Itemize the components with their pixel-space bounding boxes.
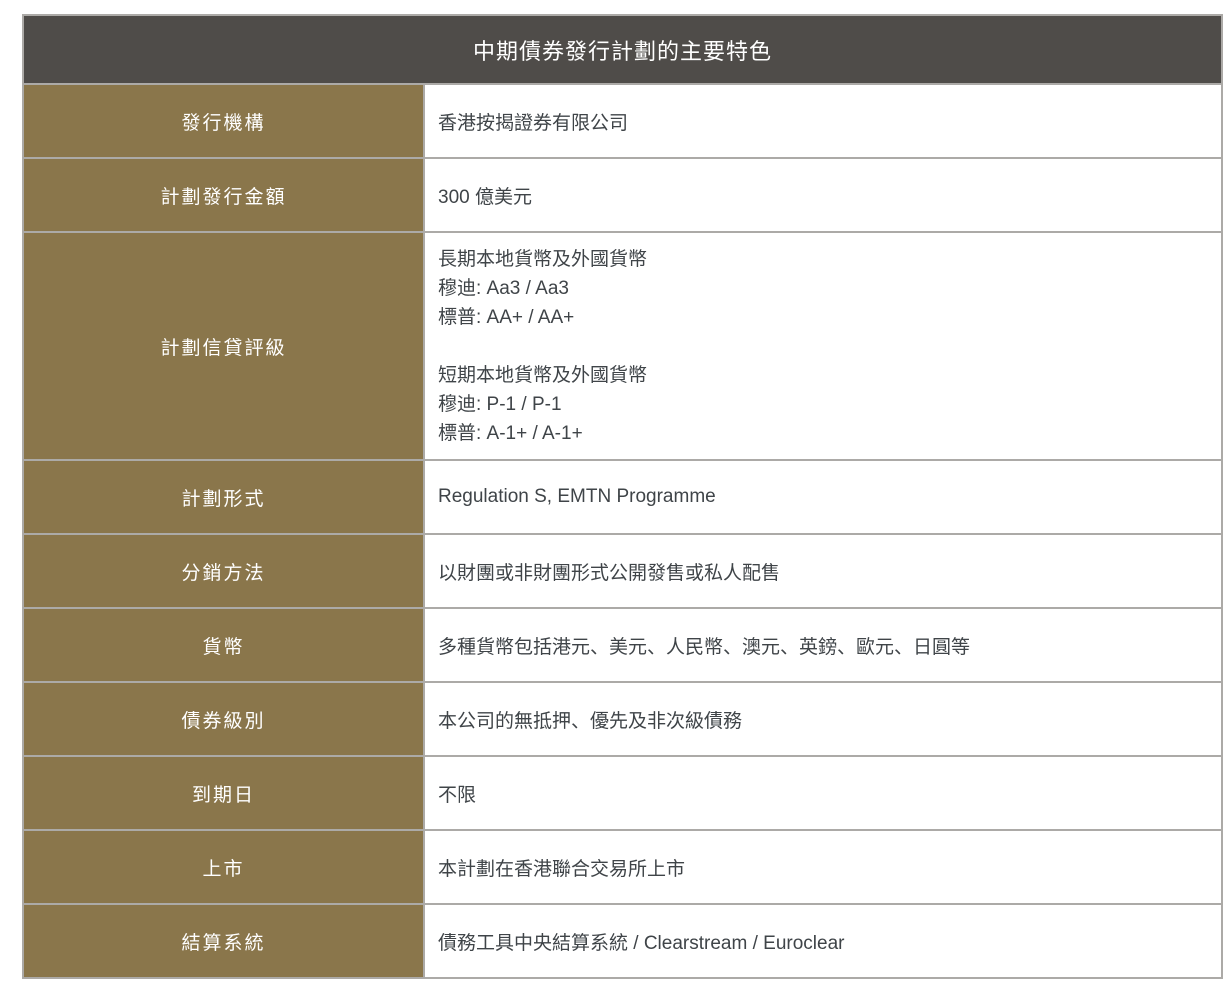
table-title: 中期債券發行計劃的主要特色 bbox=[21, 14, 1224, 85]
row-label-clearing-systems: 結算系統 bbox=[22, 903, 425, 979]
row-label-distribution-method: 分銷方法 bbox=[22, 533, 425, 609]
table-row: 上市 本計劃在香港聯合交易所上市 bbox=[22, 829, 1224, 905]
row-value-maturity: 不限 bbox=[422, 755, 1224, 831]
rating-line: 穆迪: P-1 / P-1 bbox=[438, 393, 562, 415]
row-label-programme-format: 計劃形式 bbox=[22, 459, 425, 535]
row-label-note-status: 債券級別 bbox=[22, 681, 425, 757]
row-value-note-status: 本公司的無抵押、優先及非次級債務 bbox=[422, 681, 1224, 757]
table-row: 貨幣 多種貨幣包括港元、美元、人民幣、澳元、英鎊、歐元、日圓等 bbox=[22, 607, 1224, 683]
row-value-credit-ratings: 長期本地貨幣及外國貨幣 穆迪: Aa3 / Aa3 標普: AA+ / AA+ … bbox=[422, 231, 1224, 461]
features-table: 中期債券發行計劃的主要特色 發行機構 香港按揭證券有限公司 計劃發行金額 300… bbox=[21, 14, 1224, 979]
row-value-listing: 本計劃在香港聯合交易所上市 bbox=[422, 829, 1224, 905]
rating-line: 穆迪: Aa3 / Aa3 bbox=[438, 277, 569, 299]
row-label-programme-size: 計劃發行金額 bbox=[22, 157, 425, 233]
rating-line-spacer bbox=[438, 332, 1201, 361]
row-value-distribution-method: 以財團或非財團形式公開發售或私人配售 bbox=[422, 533, 1224, 609]
row-label-currencies: 貨幣 bbox=[22, 607, 425, 683]
rating-line: 長期本地貨幣及外國貨幣 bbox=[438, 248, 648, 270]
title-row: 中期債券發行計劃的主要特色 bbox=[21, 14, 1224, 85]
mtn-programme-features-table: 中期債券發行計劃的主要特色 發行機構 香港按揭證券有限公司 計劃發行金額 300… bbox=[21, 14, 1224, 979]
row-value-clearing-systems: 債務工具中央結算系統 / Clearstream / Euroclear bbox=[422, 903, 1224, 979]
table-row: 發行機構 香港按揭證券有限公司 bbox=[22, 83, 1224, 159]
table-row: 計劃信貸評級 長期本地貨幣及外國貨幣 穆迪: Aa3 / Aa3 標普: AA+… bbox=[22, 231, 1224, 461]
row-label-maturity: 到期日 bbox=[22, 755, 425, 831]
row-value-programme-size: 300 億美元 bbox=[422, 157, 1224, 233]
table-row: 分銷方法 以財團或非財團形式公開發售或私人配售 bbox=[22, 533, 1224, 609]
rating-line: 標普: A-1+ / A-1+ bbox=[438, 422, 583, 444]
table-row: 計劃發行金額 300 億美元 bbox=[22, 157, 1224, 233]
row-value-currencies: 多種貨幣包括港元、美元、人民幣、澳元、英鎊、歐元、日圓等 bbox=[422, 607, 1224, 683]
row-label-listing: 上市 bbox=[22, 829, 425, 905]
row-value-programme-format: Regulation S, EMTN Programme bbox=[422, 459, 1224, 535]
row-label-issuer: 發行機構 bbox=[22, 83, 425, 159]
rating-line: 短期本地貨幣及外國貨幣 bbox=[438, 364, 648, 386]
row-value-issuer: 香港按揭證券有限公司 bbox=[422, 83, 1224, 159]
table-row: 結算系統 債務工具中央結算系統 / Clearstream / Euroclea… bbox=[22, 903, 1224, 979]
rating-line: 標普: AA+ / AA+ bbox=[438, 306, 575, 328]
table-row: 計劃形式 Regulation S, EMTN Programme bbox=[22, 459, 1224, 535]
table-row: 到期日 不限 bbox=[22, 755, 1224, 831]
row-label-credit-ratings: 計劃信貸評級 bbox=[22, 231, 425, 461]
table-row: 債券級別 本公司的無抵押、優先及非次級債務 bbox=[22, 681, 1224, 757]
